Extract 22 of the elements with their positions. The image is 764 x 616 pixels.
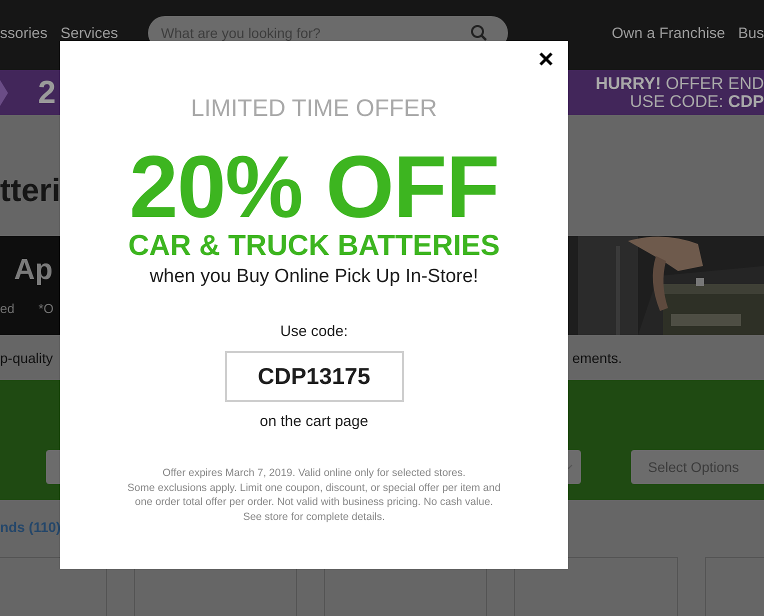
code-label: Use code:: [280, 323, 348, 340]
nav-link[interactable]: Services: [60, 24, 118, 42]
promo-text: HURRY! OFFER END: [596, 74, 764, 92]
nav-link[interactable]: Bus: [738, 24, 764, 42]
chevron-icon: [0, 80, 8, 106]
nav-link[interactable]: Own a Franchise: [612, 24, 726, 42]
hero-title: Ap: [14, 254, 54, 287]
promo-text: USE CODE: CDP: [630, 92, 764, 110]
code-note: on the cart page: [260, 413, 368, 430]
coupon-code: CDP13175: [224, 351, 404, 402]
promo-text: 2: [38, 74, 56, 111]
description-text: p-quality: [0, 350, 53, 366]
description-text: ements.: [572, 350, 622, 366]
nav-link[interactable]: ssories: [0, 24, 48, 42]
hero-note: ed: [0, 301, 14, 316]
search-icon[interactable]: [470, 24, 488, 42]
page-title: tteri: [0, 172, 60, 209]
close-icon[interactable]: [539, 52, 553, 66]
hero-note: *O: [38, 301, 54, 316]
fine-print: Offer expires March 7, 2019. Valid online only for selected stores. Some exclusions apply. Limit one coupon, discount, or special offer per item and one order total offer per order. Not valid with business pricing. No cash value. See store for complete details.: [127, 466, 501, 524]
offer-tagline: when you Buy Online Pick Up In-Store!: [150, 265, 478, 289]
offer-kicker: LIMITED TIME OFFER: [190, 95, 438, 123]
